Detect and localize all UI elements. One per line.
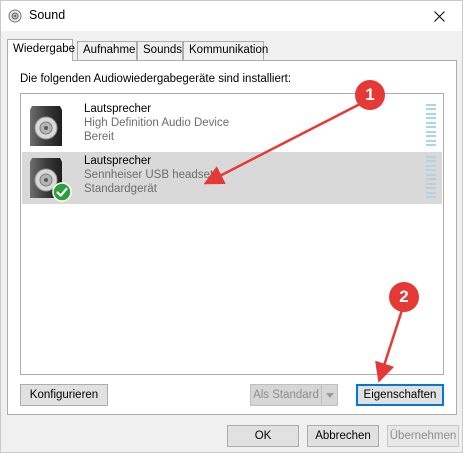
ok-button[interactable]: OK — [227, 425, 299, 447]
tab-aufnahme[interactable]: Aufnahme — [77, 41, 137, 60]
tab-wiedergabe[interactable]: Wiedergabe — [7, 39, 75, 61]
set-default-button[interactable]: Als Standard — [250, 384, 322, 406]
properties-button[interactable]: Eigenschaften — [356, 384, 444, 406]
set-default-dropdown[interactable] — [322, 384, 338, 406]
tab-kommunikation[interactable]: Kommunikation — [183, 41, 268, 60]
apply-button[interactable]: Übernehmen — [387, 425, 459, 447]
speaker-app-icon — [8, 9, 22, 23]
device-status: Bereit — [84, 131, 115, 143]
device-item[interactable]: Lautsprecher High Definition Audio Devic… — [22, 100, 442, 152]
cancel-button[interactable]: Abbrechen — [307, 425, 379, 447]
set-default-split-button[interactable]: Als Standard — [250, 384, 338, 406]
device-status: Standardgerät — [84, 183, 157, 195]
device-name: Lautsprecher — [84, 103, 152, 115]
instruction-text: Die folgenden Audiowiedergabegeräte sind… — [20, 73, 292, 85]
title-bar: Sound — [1, 1, 462, 31]
device-list: Lautsprecher High Definition Audio Devic… — [20, 93, 444, 375]
volume-meter — [426, 156, 436, 198]
device-name: Lautsprecher — [84, 155, 152, 167]
chevron-down-icon — [325, 392, 334, 398]
device-description: Sennheiser USB headset — [84, 169, 214, 181]
sound-dialog: Sound Wiedergabe Aufnahme Sounds Kommuni… — [0, 0, 463, 453]
annotation-badge-1: 1 — [355, 80, 385, 110]
tab-sounds[interactable]: Sounds — [137, 41, 183, 60]
volume-meter — [426, 104, 436, 146]
annotation-badge-2: 2 — [389, 282, 419, 312]
configure-button[interactable]: Konfigurieren — [20, 384, 108, 406]
window-title: Sound — [29, 8, 66, 22]
device-description: High Definition Audio Device — [84, 117, 230, 129]
close-button[interactable] — [416, 1, 462, 31]
default-checkmark-icon — [52, 182, 72, 202]
playback-panel: Die folgenden Audiowiedergabegeräte sind… — [7, 60, 457, 415]
device-item-selected[interactable]: Lautsprecher Sennheiser USB headset Stan… — [22, 152, 442, 204]
speaker-icon — [30, 106, 62, 146]
close-icon — [433, 10, 445, 22]
